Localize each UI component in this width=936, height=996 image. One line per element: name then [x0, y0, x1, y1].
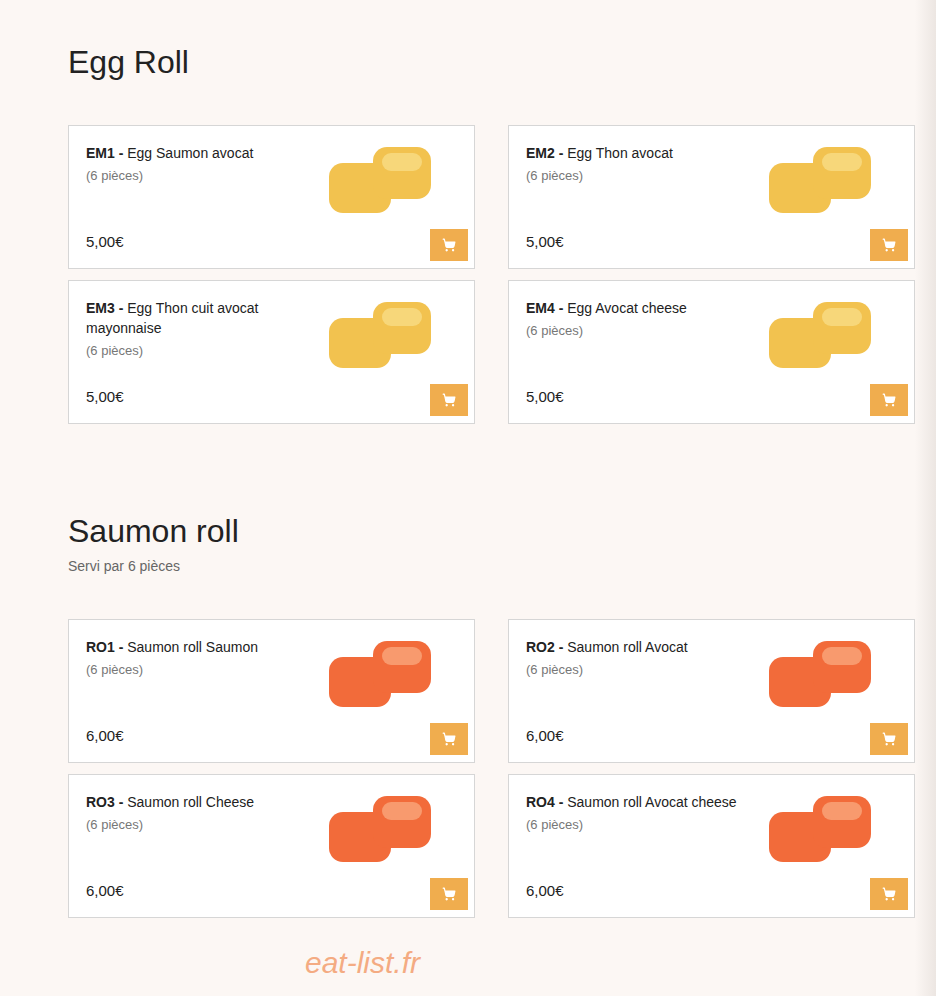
dish-photo: [329, 300, 434, 370]
item-price: 5,00€: [86, 232, 325, 252]
add-to-cart-button[interactable]: [430, 229, 468, 261]
add-to-cart-button[interactable]: [870, 878, 908, 910]
menu-card: RO3 - Saumon roll Cheese (6 pièces) 6,00€: [68, 774, 475, 918]
cart-icon: [882, 393, 896, 407]
item-title: EM4 - Egg Avocat cheese: [526, 298, 765, 318]
cart-icon: [882, 732, 896, 746]
item-price: 6,00€: [86, 726, 325, 746]
add-to-cart-button[interactable]: [870, 229, 908, 261]
dish-photo: [329, 145, 434, 215]
add-to-cart-button[interactable]: [870, 384, 908, 416]
page: Egg Roll EM1 - Egg Saumon avocat (6 pièces…: [0, 0, 936, 996]
section-subtitle: Servi par 6 pièces: [68, 556, 915, 576]
menu-card: RO2 - Saumon roll Avocat (6 pièces) 6,00€: [508, 619, 915, 763]
item-title: EM2 - Egg Thon avocat: [526, 143, 765, 163]
item-pieces: (6 pièces): [86, 815, 325, 835]
item-pieces: (6 pièces): [526, 166, 765, 186]
item-title: RO2 - Saumon roll Avocat: [526, 637, 765, 657]
dish-photo: [769, 794, 874, 864]
item-price: 5,00€: [526, 232, 765, 252]
item-price: 6,00€: [526, 726, 765, 746]
item-title: RO4 - Saumon roll Avocat cheese: [526, 792, 765, 812]
section-title: Saumon roll: [68, 511, 915, 551]
item-pieces: (6 pièces): [86, 166, 325, 186]
menu-section: Egg Roll EM1 - Egg Saumon avocat (6 pièces…: [68, 42, 915, 424]
cart-icon: [442, 393, 456, 407]
add-to-cart-button[interactable]: [430, 384, 468, 416]
item-price: 5,00€: [86, 387, 325, 407]
dish-photo: [329, 794, 434, 864]
menu-card: EM4 - Egg Avocat cheese (6 pièces) 5,00€: [508, 280, 915, 424]
watermark: eat-list.fr: [68, 945, 915, 981]
cart-icon: [442, 238, 456, 252]
menu-section: Saumon roll Servi par 6 pièces RO1 - Saumo…: [68, 511, 915, 918]
dish-photo: [329, 639, 434, 709]
add-to-cart-button[interactable]: [430, 723, 468, 755]
item-pieces: (6 pièces): [526, 321, 765, 341]
item-pieces: (6 pièces): [86, 660, 325, 680]
cart-icon: [882, 238, 896, 252]
item-price: 6,00€: [86, 881, 325, 901]
menu-card: RO1 - Saumon roll Saumon (6 pièces) 6,00€: [68, 619, 475, 763]
item-title: RO3 - Saumon roll Cheese: [86, 792, 325, 812]
cart-icon: [882, 887, 896, 901]
item-pieces: (6 pièces): [86, 341, 325, 361]
item-title: EM1 - Egg Saumon avocat: [86, 143, 325, 163]
dish-photo: [769, 300, 874, 370]
item-pieces: (6 pièces): [526, 815, 765, 835]
item-title: EM3 - Egg Thon cuit avocat mayonnaise: [86, 298, 325, 338]
cart-icon: [442, 887, 456, 901]
menu-card: RO4 - Saumon roll Avocat cheese (6 pièces…: [508, 774, 915, 918]
section-title: Egg Roll: [68, 42, 915, 82]
item-price: 5,00€: [526, 387, 765, 407]
menu-card: EM3 - Egg Thon cuit avocat mayonnaise (6 …: [68, 280, 475, 424]
cart-icon: [442, 732, 456, 746]
add-to-cart-button[interactable]: [870, 723, 908, 755]
scroll-shadow: [915, 0, 936, 996]
menu-card: EM1 - Egg Saumon avocat (6 pièces) 5,00€: [68, 125, 475, 269]
dish-photo: [769, 145, 874, 215]
menu-card: EM2 - Egg Thon avocat (6 pièces) 5,00€: [508, 125, 915, 269]
dish-photo: [769, 639, 874, 709]
item-pieces: (6 pièces): [526, 660, 765, 680]
add-to-cart-button[interactable]: [430, 878, 468, 910]
item-price: 6,00€: [526, 881, 765, 901]
item-title: RO1 - Saumon roll Saumon: [86, 637, 325, 657]
